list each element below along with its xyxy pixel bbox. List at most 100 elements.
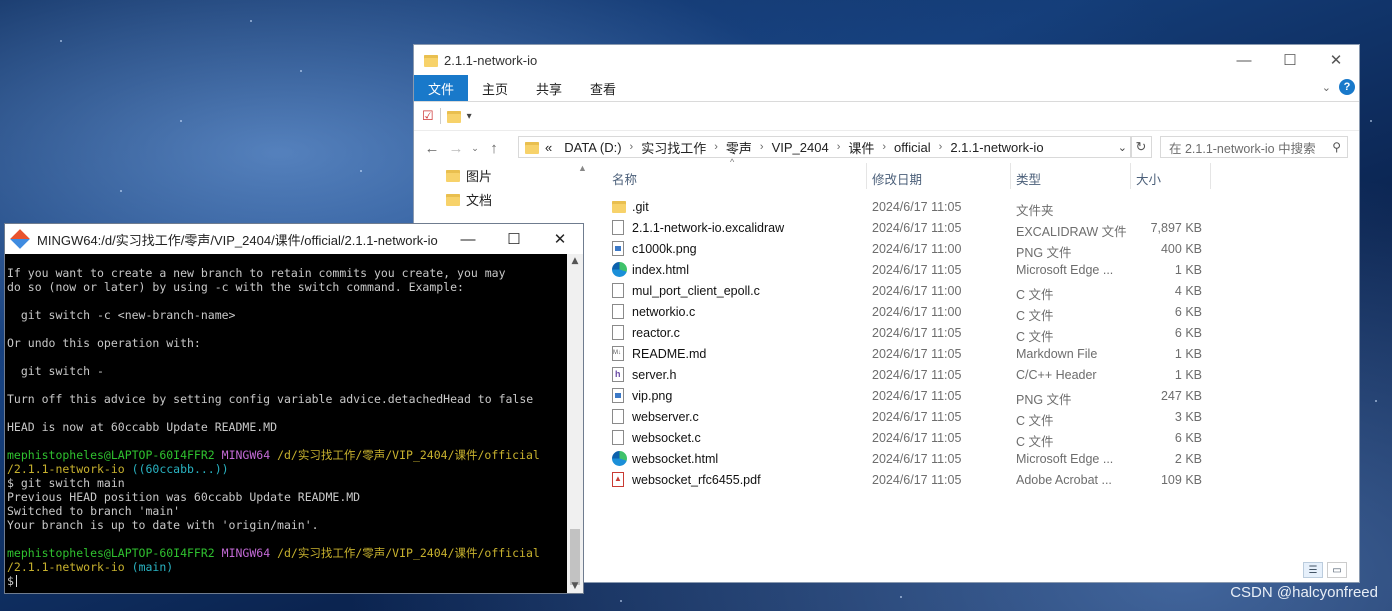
breadcrumb-folder[interactable]: 实习找工作 xyxy=(635,138,712,157)
refresh-icon[interactable]: ↻ xyxy=(1130,136,1152,158)
file-size: 6 KB xyxy=(1174,305,1202,319)
help-icon[interactable]: ? xyxy=(1339,79,1355,95)
column-divider[interactable] xyxy=(1130,163,1131,189)
chevron-right-icon[interactable]: › xyxy=(628,141,636,153)
file-name: vip.png xyxy=(632,389,673,403)
terminal-line: HEAD is now at 60ccabb Update README.MD xyxy=(7,420,278,434)
forward-arrow-icon[interactable]: → xyxy=(444,140,468,157)
chevron-right-icon[interactable]: › xyxy=(758,141,766,153)
up-arrow-icon[interactable]: ↑ xyxy=(482,140,506,157)
close-button[interactable]: ✕ xyxy=(537,224,583,254)
folder-icon xyxy=(612,199,626,216)
maximize-button[interactable]: ☐ xyxy=(491,224,537,254)
file-row[interactable]: server.h 2024/6/17 11:05 C/C++ Header 1 KB xyxy=(604,365,1359,386)
recent-locations-icon[interactable]: ⌄ xyxy=(468,143,482,154)
file-row[interactable]: 2.1.1-network-io.excalidraw 2024/6/17 11:… xyxy=(604,218,1359,239)
file-icon xyxy=(612,304,624,322)
breadcrumb-current[interactable]: 2.1.1-network-io xyxy=(944,140,1049,155)
file-row[interactable]: c1000k.png 2024/6/17 11:00 PNG 文件 400 KB xyxy=(604,239,1359,260)
terminal-scrollbar[interactable]: ▲ ▼ xyxy=(567,254,583,593)
file-size: 2 KB xyxy=(1174,452,1202,466)
file-type: Markdown File xyxy=(1016,347,1098,361)
breadcrumb-drive[interactable]: DATA (D:) xyxy=(558,140,627,155)
file-type: 文件夹 xyxy=(1016,204,1054,218)
maximize-button[interactable]: ☐ xyxy=(1267,45,1313,75)
column-header-date[interactable]: 修改日期 xyxy=(872,169,922,188)
prompt-path: /2.1.1-network-io xyxy=(7,560,125,574)
scroll-up-icon[interactable]: ▲ xyxy=(574,163,591,173)
explorer-title-bar[interactable]: 2.1.1-network-io — ☐ ✕ xyxy=(414,45,1359,75)
chevron-right-icon[interactable]: › xyxy=(712,141,720,153)
scrollbar-thumb[interactable] xyxy=(570,529,580,585)
minimize-button[interactable]: — xyxy=(445,224,491,254)
properties-icon[interactable]: ☑ xyxy=(422,108,434,124)
navigation-pane-scrollbar[interactable]: ▲ xyxy=(574,163,591,223)
breadcrumb-folder[interactable]: VIP_2404 xyxy=(766,140,835,155)
search-input[interactable]: 在 2.1.1-network-io 中搜索 ⚲ xyxy=(1160,136,1348,158)
terminal-title-bar[interactable]: MINGW64:/d/实习找工作/零声/VIP_2404/课件/official… xyxy=(5,224,583,254)
file-list: ^ 名称 修改日期 类型 大小 .git 2024/6/17 11:05 文件夹 2.… xyxy=(604,157,1359,582)
terminal-input-line[interactable]: $ xyxy=(7,574,567,588)
file-size: 6 KB xyxy=(1174,431,1202,445)
quick-access-toolbar: ☑ ▾ xyxy=(414,102,1359,131)
expand-ribbon-icon[interactable]: ⌄ xyxy=(1322,81,1331,94)
column-header-type[interactable]: 类型 xyxy=(1016,169,1041,188)
scroll-down-icon[interactable]: ▼ xyxy=(567,581,583,591)
terminal-line: Your branch is up to date with 'origin/m… xyxy=(7,518,319,532)
image-file-icon xyxy=(612,241,624,259)
back-arrow-icon[interactable]: ← xyxy=(420,140,444,157)
column-divider[interactable] xyxy=(1210,163,1211,189)
tab-home[interactable]: 主页 xyxy=(468,75,522,101)
chevron-right-icon[interactable]: › xyxy=(880,141,888,153)
column-divider[interactable] xyxy=(866,163,867,189)
chevron-right-icon[interactable]: › xyxy=(937,141,945,153)
scroll-up-icon[interactable]: ▲ xyxy=(567,256,583,266)
file-row[interactable]: .git 2024/6/17 11:05 文件夹 xyxy=(604,197,1359,218)
breadcrumb-folder[interactable]: 课件 xyxy=(842,138,880,157)
sidebar-item-documents[interactable]: 文档 xyxy=(414,187,591,211)
file-row[interactable]: mul_port_client_epoll.c 2024/6/17 11:00 C … xyxy=(604,281,1359,302)
file-type: PNG 文件 xyxy=(1016,246,1072,260)
file-row[interactable]: networkio.c 2024/6/17 11:00 C 文件 6 KB xyxy=(604,302,1359,323)
large-icons-view-icon[interactable]: ▭ xyxy=(1327,562,1347,578)
file-date: 2024/6/17 11:05 xyxy=(872,221,962,235)
file-row[interactable]: reactor.c 2024/6/17 11:05 C 文件 6 KB xyxy=(604,323,1359,344)
customize-toolbar-icon[interactable]: ▾ xyxy=(467,111,472,122)
file-row[interactable]: websocket_rfc6455.pdf 2024/6/17 11:05 Adob… xyxy=(604,470,1359,491)
navigation-bar: ← → ⌄ ↑ « DATA (D:) › 实习找工作 › 零声 › VIP_2404… xyxy=(414,131,1359,165)
address-bar[interactable]: « DATA (D:) › 实习找工作 › 零声 › VIP_2404 › 课件 › of… xyxy=(518,136,1132,158)
close-button[interactable]: ✕ xyxy=(1313,45,1359,75)
new-folder-icon[interactable] xyxy=(446,111,461,123)
file-name: mul_port_client_epoll.c xyxy=(632,284,760,298)
file-row[interactable]: index.html 2024/6/17 11:05 Microsoft Edge … xyxy=(604,260,1359,281)
tab-share[interactable]: 共享 xyxy=(522,75,576,101)
file-row[interactable]: websocket.html 2024/6/17 11:05 Microsoft E… xyxy=(604,449,1359,470)
file-icon xyxy=(612,283,624,301)
breadcrumb-folder[interactable]: official xyxy=(888,140,937,155)
sidebar-item-pictures[interactable]: 图片 xyxy=(414,163,591,187)
file-date: 2024/6/17 11:05 xyxy=(872,326,962,340)
column-header-size[interactable]: 大小 xyxy=(1136,169,1161,188)
minimize-button[interactable]: — xyxy=(1221,45,1267,75)
file-row[interactable]: websocket.c 2024/6/17 11:05 C 文件 6 KB xyxy=(604,428,1359,449)
file-size: 1 KB xyxy=(1174,263,1202,277)
prompt-path: /d/实习找工作/零声/VIP_2404/课件/official xyxy=(277,546,540,560)
file-row[interactable]: README.md 2024/6/17 11:05 Markdown File 1 K… xyxy=(604,344,1359,365)
chevron-right-icon[interactable]: › xyxy=(835,141,843,153)
breadcrumb-overflow[interactable]: « xyxy=(539,140,558,155)
breadcrumb-folder[interactable]: 零声 xyxy=(720,138,758,157)
tab-file[interactable]: 文件 xyxy=(414,75,469,101)
details-view-icon[interactable]: ☰ xyxy=(1303,562,1323,578)
terminal-line: do so (now or later) by using -c with th… xyxy=(7,280,464,294)
column-header-name[interactable]: 名称 xyxy=(612,169,637,188)
file-row[interactable]: vip.png 2024/6/17 11:05 PNG 文件 247 KB xyxy=(604,386,1359,407)
column-divider[interactable] xyxy=(1010,163,1011,189)
file-type: C/C++ Header xyxy=(1016,368,1097,382)
tab-view[interactable]: 查看 xyxy=(576,75,630,101)
file-row[interactable]: webserver.c 2024/6/17 11:05 C 文件 3 KB xyxy=(604,407,1359,428)
terminal-output[interactable]: If you want to create a new branch to re… xyxy=(5,254,567,593)
address-dropdown-icon[interactable]: ⌄ xyxy=(1118,141,1127,154)
